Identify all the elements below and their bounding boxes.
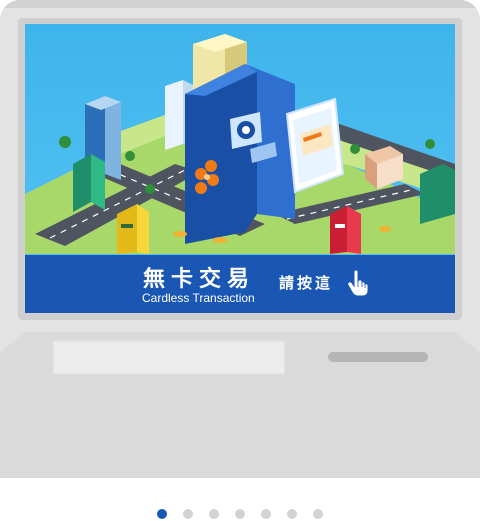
carousel-pager (0, 509, 480, 521)
banner-title: 無卡交易 (143, 267, 256, 292)
pager-dot[interactable] (235, 509, 245, 519)
hand-pointer-icon[interactable] (347, 269, 369, 297)
cardless-banner[interactable]: 無卡交易 Cardless Transaction 請按這 (25, 255, 455, 313)
pager-dot[interactable] (287, 509, 297, 519)
atm-top-edge (0, 0, 480, 8)
atm-screen[interactable]: 無卡交易 Cardless Transaction 請按這 (25, 24, 455, 313)
pager-dot[interactable] (261, 509, 271, 519)
press-here-label[interactable]: 請按這 (279, 272, 333, 293)
atm-frame: 無卡交易 Cardless Transaction 請按這 (0, 0, 480, 478)
card-slot (53, 340, 285, 374)
cash-slot (328, 352, 428, 362)
cardless-illustration (25, 34, 455, 254)
pager-dot[interactable] (313, 509, 323, 519)
pager-dot[interactable] (183, 509, 193, 519)
pager-dot[interactable] (157, 509, 167, 519)
banner-subtitle: Cardless Transaction (142, 291, 255, 305)
pager-dot[interactable] (209, 509, 219, 519)
